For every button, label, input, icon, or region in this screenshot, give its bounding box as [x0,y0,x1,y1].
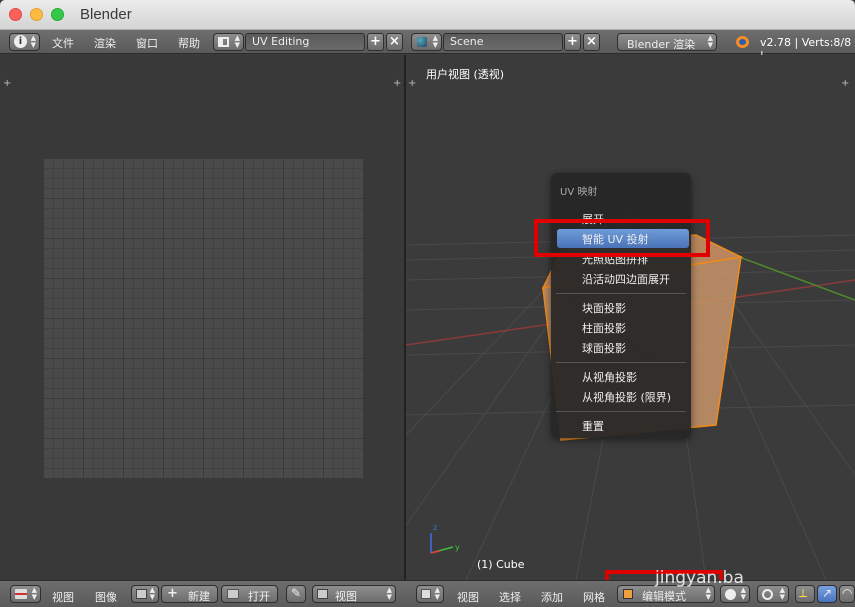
add-scene-button[interactable]: + [564,33,581,51]
menu-item-cylinder-projection[interactable]: 柱面投影 [582,320,626,336]
uv-view-mode-label: 视图 [335,590,357,603]
translate-manipulator-button[interactable]: ↗ [817,585,837,603]
open-image-button[interactable]: 打开 [221,585,278,603]
pivot-point-selector[interactable]: ▲ ▼ [757,585,789,603]
menu-item-project-from-view[interactable]: 从视角投影 [582,369,637,385]
watermark-text: jingyan.ba [655,568,744,588]
scene-name-field[interactable]: Scene [443,33,563,51]
layout-selector[interactable]: ▲ ▼ [213,33,244,51]
pivot-icon [762,589,773,600]
uv-image-editor[interactable]: + + [0,55,404,580]
tools-toggle-icon[interactable]: + [408,79,416,89]
plus-icon: + [167,586,178,601]
interaction-mode-label: 编辑模式 [642,590,686,603]
active-object-label: (1) Cube [477,558,525,571]
blender-logo-icon [736,36,749,48]
menu-separator [556,362,686,363]
rotate-manipulator-button[interactable]: ◠ [839,585,855,603]
menu-item-project-from-view-bounds[interactable]: 从视角投影 (限界) [582,389,671,405]
window-title: Blender [80,6,132,23]
folder-icon [227,589,239,599]
menu-separator [556,411,686,412]
image-browse-button[interactable]: ▲ ▼ [131,585,159,603]
svg-text:y: y [455,543,460,552]
pin-image-button[interactable]: ✎ [286,585,306,603]
3d-menu-add[interactable]: 添加 [541,589,563,605]
annotation-highlight-box [534,219,710,257]
region-toggle-icon[interactable]: + [3,79,11,89]
info-icon: i [14,35,27,48]
image-icon [136,589,147,599]
scene-icon [417,37,427,47]
menu-title: UV 映射 [560,187,598,198]
cube-icon [421,589,431,599]
view-perspective-label: 用户视图 (透视) [426,68,505,81]
render-engine-selector[interactable]: Blender 渲染 ▲ ▼ [617,33,717,51]
rotate-icon: ◠ [842,586,853,600]
menu-item-reset[interactable]: 重置 [582,418,604,434]
3d-menu-mesh[interactable]: 网格 [583,589,605,605]
add-layout-button[interactable]: + [367,33,384,51]
uv-menu-view[interactable]: 视图 [52,589,74,605]
menu-item-cube-projection[interactable]: 块面投影 [582,300,626,316]
layout-grid-icon [218,37,229,47]
arrow-icon: ↗ [822,586,833,600]
3d-editor-type-selector[interactable]: ▲ ▼ [416,585,444,603]
axis-gizmo: z y [430,523,460,554]
region-toggle-icon[interactable]: + [393,79,401,89]
uv-editor-type-selector[interactable]: ▲ ▼ [10,585,41,603]
menu-window[interactable]: 窗口 [136,35,158,51]
3d-menu-view[interactable]: 视图 [457,589,479,605]
maximize-window-button[interactable] [51,8,64,21]
new-image-label: 新建 [188,590,210,603]
title-bar: Blender [0,0,855,30]
uv-view-mode-select[interactable]: 视图 ▲ ▼ [312,585,396,603]
properties-toggle-icon[interactable]: + [841,79,849,89]
scene-selector[interactable]: ▲ ▼ [411,33,442,51]
menu-item-sphere-projection[interactable]: 球面投影 [582,340,626,356]
menu-item-follow-active-quads[interactable]: 沿活动四边面展开 [582,271,670,287]
layout-name-field[interactable]: UV Editing [245,33,365,51]
new-image-button[interactable]: + 新建 [161,585,218,603]
manipulator-toggle[interactable]: ⟂ [795,585,815,603]
3d-menu-select[interactable]: 选择 [499,589,521,605]
render-engine-label: Blender 渲染 [627,38,696,51]
close-window-button[interactable] [9,8,22,21]
svg-text:z: z [433,523,437,532]
manipulator-icon: ⟂ [799,586,808,600]
uv-mapping-menu: UV 映射 展开 智能 UV 投射 光照贴图拼排 沿活动四边面展开 块面投影 柱… [551,173,691,438]
editor-type-selector[interactable]: i ▲ ▼ [9,33,40,51]
uv-menu-image[interactable]: 图像 [95,589,117,605]
menu-render[interactable]: 渲染 [94,35,116,51]
edit-mode-icon [623,589,633,599]
menu-separator [556,293,686,294]
minimize-window-button[interactable] [30,8,43,21]
menu-help[interactable]: 帮助 [178,35,200,51]
open-image-label: 打开 [248,590,270,603]
menu-file[interactable]: 文件 [52,35,74,51]
delete-layout-button[interactable]: × [386,33,403,51]
pin-icon: ✎ [291,586,302,600]
image-editor-icon [15,589,27,599]
image-view-icon [317,589,328,599]
solid-shading-icon [725,589,736,600]
delete-scene-button[interactable]: × [583,33,600,51]
uv-grid [43,158,363,478]
info-header: i ▲ ▼ 文件 渲染 窗口 帮助 ▲ ▼ UV Editing + × ▲ ▼ Sc… [0,30,855,62]
